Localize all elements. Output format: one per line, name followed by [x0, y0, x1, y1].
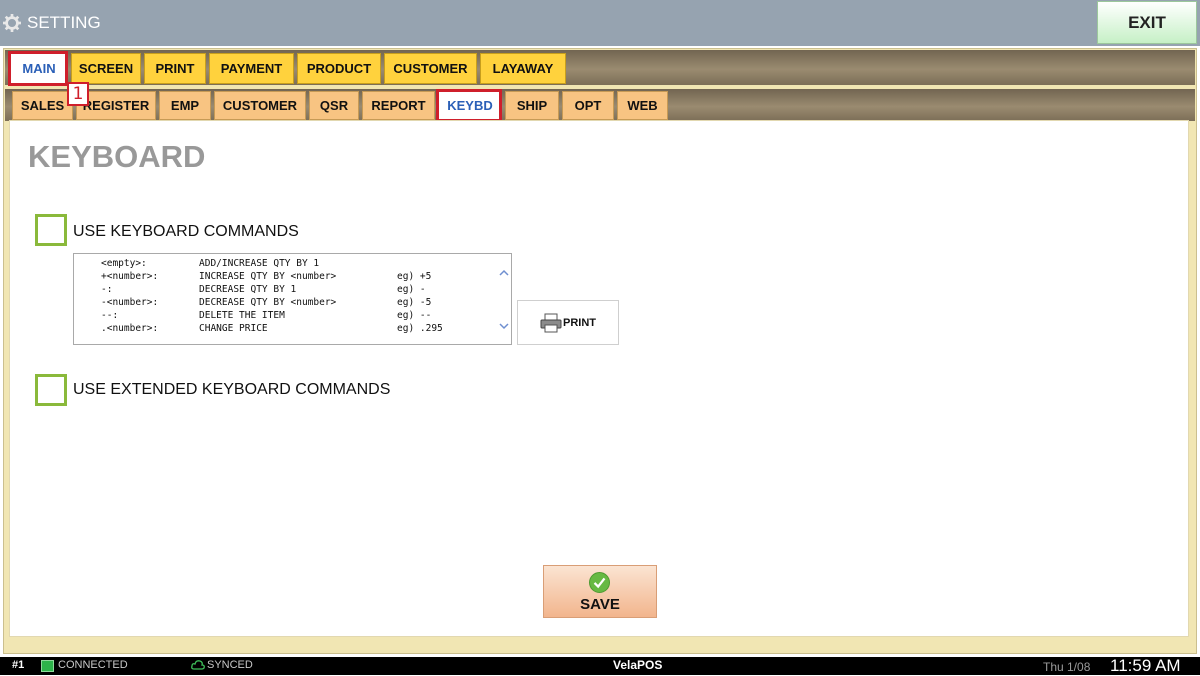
connection-status: CONNECTED: [58, 659, 128, 671]
content-panel: [9, 120, 1189, 637]
tab-ship[interactable]: SHIP: [505, 91, 559, 120]
tab-customer-sub[interactable]: CUSTOMER: [214, 91, 306, 120]
command-desc: CHANGE PRICE: [199, 323, 268, 334]
command-key: -<number>:: [101, 297, 159, 308]
tab-print[interactable]: PRINT: [144, 53, 206, 84]
tab-screen[interactable]: SCREEN: [71, 53, 141, 84]
exit-button[interactable]: EXIT: [1097, 1, 1197, 44]
sync-status: SYNCED: [207, 659, 253, 671]
command-desc: ADD/INCREASE QTY BY 1: [199, 258, 320, 269]
taskbar: #1 CONNECTED SYNCED VelaPOS Thu 1/08 11:…: [0, 656, 1200, 675]
command-row: .<number>: CHANGE PRICE eg) .295: [101, 323, 443, 378]
command-key: -:: [101, 284, 113, 295]
chevron-up-icon[interactable]: [498, 267, 510, 279]
command-example: eg) .295: [397, 323, 443, 334]
tab-opt[interactable]: OPT: [562, 91, 614, 120]
command-key: +<number>:: [101, 271, 159, 282]
window-title: SETTING: [27, 13, 101, 32]
print-label: PRINT: [563, 316, 596, 329]
command-example: eg) -: [397, 284, 426, 295]
command-desc: DELETE THE ITEM: [199, 310, 285, 321]
tab-qsr[interactable]: QSR: [309, 91, 359, 120]
command-key: .<number>:: [101, 323, 159, 334]
save-label: SAVE: [580, 596, 620, 613]
command-desc: DECREASE QTY BY 1: [199, 284, 297, 295]
use-keyboard-commands-checkbox[interactable]: [35, 214, 67, 246]
save-button[interactable]: SAVE: [543, 565, 657, 618]
tab-product[interactable]: PRODUCT: [297, 53, 381, 84]
tab-web[interactable]: WEB: [617, 91, 668, 120]
gear-icon: [3, 14, 21, 32]
keyboard-commands-list[interactable]: <empty>: ADD/INCREASE QTY BY 1 +<number>…: [73, 253, 512, 345]
tab-layaway[interactable]: LAYAWAY: [480, 53, 566, 84]
date-display: Thu 1/08: [1043, 660, 1091, 674]
command-example: eg) -5: [397, 297, 432, 308]
checkmark-icon: [589, 572, 610, 593]
marker-1: 1: [67, 82, 89, 106]
print-button[interactable]: PRINT: [517, 300, 619, 345]
monitor-icon: [41, 660, 54, 672]
chevron-down-icon[interactable]: [498, 320, 510, 332]
tab-sales[interactable]: SALES: [12, 91, 73, 120]
command-example: eg) --: [397, 310, 432, 321]
tab-payment[interactable]: PAYMENT: [209, 53, 294, 84]
use-extended-keyboard-commands-checkbox[interactable]: [35, 374, 67, 406]
command-desc: INCREASE QTY BY <number>: [199, 271, 337, 282]
command-key: <empty>:: [101, 258, 147, 269]
command-key: --:: [101, 310, 119, 321]
command-example: eg) +5: [397, 271, 432, 282]
title-bar: SETTING: [0, 0, 1200, 46]
page-title: KEYBOARD: [28, 139, 206, 174]
use-keyboard-commands-label: USE KEYBOARD COMMANDS: [73, 223, 299, 240]
highlight-main-tab: [8, 51, 68, 86]
time-display: 11:59 AM: [1110, 656, 1181, 675]
tab-emp[interactable]: EMP: [159, 91, 211, 120]
brand-name: VelaPOS: [613, 658, 663, 672]
tab-customer[interactable]: CUSTOMER: [384, 53, 477, 84]
printer-icon: [540, 313, 562, 332]
use-extended-keyboard-commands-label: USE EXTENDED KEYBOARD COMMANDS: [73, 381, 391, 398]
command-desc: DECREASE QTY BY <number>: [199, 297, 337, 308]
station-number: #1: [12, 659, 25, 671]
tab-report[interactable]: REPORT: [362, 91, 435, 120]
highlight-keybd-tab: [436, 89, 502, 122]
cloud-icon: [191, 660, 205, 670]
